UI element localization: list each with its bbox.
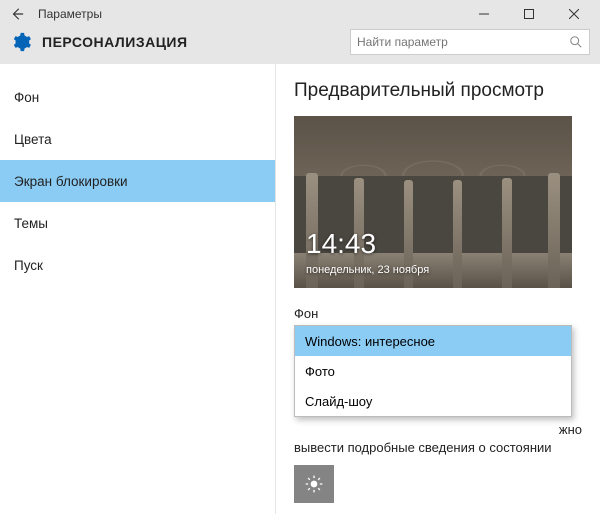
detailed-status-app-tile[interactable] (294, 465, 334, 503)
minimize-icon (479, 9, 489, 19)
dropdown-option-label: Фото (305, 364, 335, 379)
search-box[interactable] (350, 29, 590, 55)
sun-icon (304, 474, 324, 494)
gear-icon (10, 31, 32, 53)
sidebar-item-label: Фон (14, 90, 39, 105)
window-title: Параметры (30, 7, 461, 21)
titlebar: Параметры (0, 0, 600, 28)
lockscreen-preview: 14:43 понедельник, 23 ноября (294, 116, 572, 288)
search-input[interactable] (357, 35, 569, 49)
preview-date: понедельник, 23 ноября (306, 264, 429, 276)
maximize-button[interactable] (506, 0, 551, 28)
dropdown-option-slideshow[interactable]: Слайд-шоу (295, 386, 571, 416)
search-icon (569, 35, 583, 49)
sidebar-item-start[interactable]: Пуск (0, 244, 275, 286)
back-button[interactable] (4, 1, 30, 27)
sidebar-item-themes[interactable]: Темы (0, 202, 275, 244)
background-label: Фон (294, 306, 584, 321)
sidebar-item-label: Пуск (14, 258, 43, 273)
background-dropdown[interactable]: Windows: интересное Фото Слайд-шоу (294, 325, 572, 417)
content: Фон Цвета Экран блокировки Темы Пуск Пре… (0, 64, 600, 514)
section-title: ПЕРСОНАЛИЗАЦИЯ (42, 34, 350, 50)
dropdown-option-spotlight[interactable]: Windows: интересное (295, 326, 571, 356)
dropdown-option-label: Слайд-шоу (305, 394, 372, 409)
close-icon (569, 9, 579, 19)
main-panel: Предварительный просмотр 14:43 понедельн… (276, 64, 600, 514)
arrow-left-icon (10, 7, 24, 21)
header-bar: ПЕРСОНАЛИЗАЦИЯ (0, 28, 600, 64)
sidebar-item-background[interactable]: Фон (0, 76, 275, 118)
preview-time: 14:43 (306, 228, 376, 260)
dropdown-option-label: Windows: интересное (305, 334, 435, 349)
sidebar: Фон Цвета Экран блокировки Темы Пуск (0, 64, 276, 514)
close-button[interactable] (551, 0, 596, 28)
sidebar-item-colors[interactable]: Цвета (0, 118, 275, 160)
detail-status-text: жно вывести подробные сведения о состоян… (294, 421, 584, 457)
minimize-button[interactable] (461, 0, 506, 28)
sidebar-item-label: Экран блокировки (14, 174, 128, 189)
sidebar-item-label: Темы (14, 216, 48, 231)
maximize-icon (524, 9, 534, 19)
sidebar-item-label: Цвета (14, 132, 52, 147)
sidebar-item-lockscreen[interactable]: Экран блокировки (0, 160, 275, 202)
dropdown-option-photo[interactable]: Фото (295, 356, 571, 386)
preview-title: Предварительный просмотр (294, 80, 584, 102)
